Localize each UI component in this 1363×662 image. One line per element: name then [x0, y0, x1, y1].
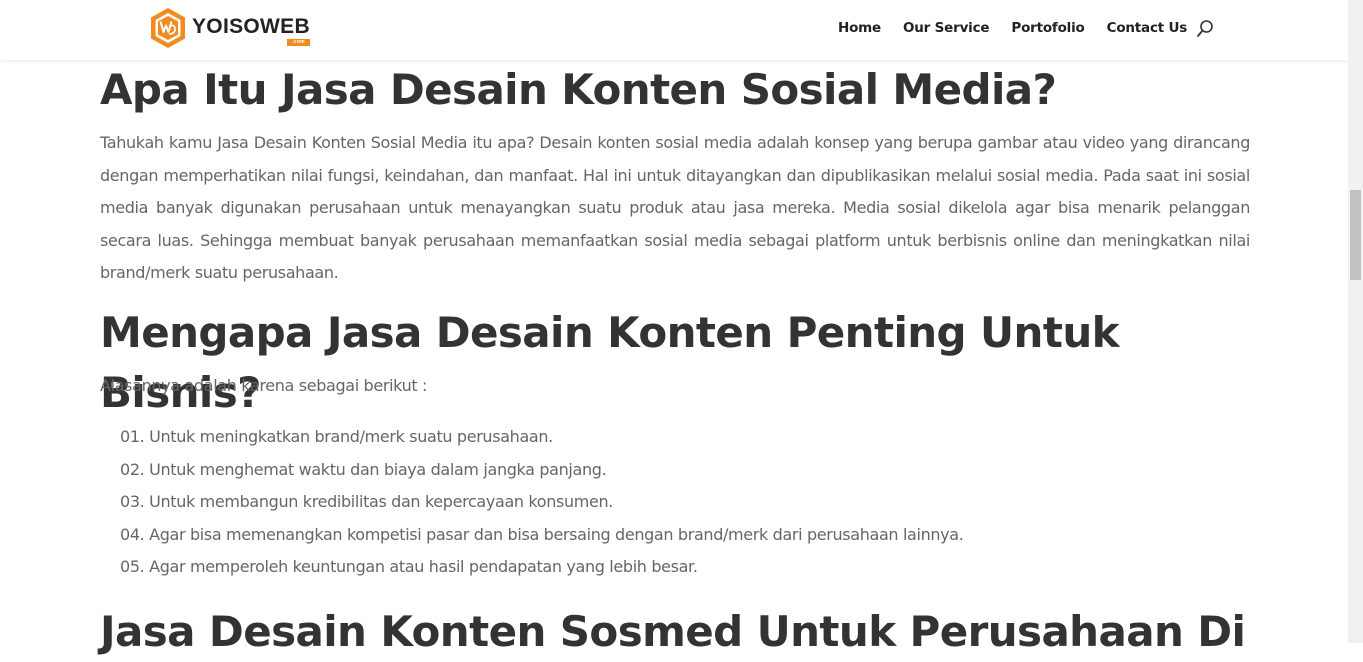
logo-badge: .com	[287, 39, 310, 46]
site-header: YOISOWEB .com Home Our Service Portofoli…	[0, 0, 1348, 60]
heading-jasa-desain-sosmed: Jasa Desain Konten Sosmed Untuk Perusaha…	[100, 607, 1246, 656]
logo-wordmark: YOISOWEB	[192, 15, 310, 38]
main-nav: Home Our Service Portofolio Contact Us	[838, 19, 1209, 37]
page-scrollbar[interactable]	[1348, 0, 1363, 643]
nav-home[interactable]: Home	[838, 19, 881, 37]
list-item: 02. Untuk menghemat waktu dan biaya dala…	[120, 459, 607, 479]
list-item: 05. Agar memperoleh keuntungan atau hasi…	[120, 557, 698, 576]
site-logo[interactable]: YOISOWEB .com	[148, 6, 310, 50]
reasons-list: 01. Untuk meningkatkan brand/merk suatu …	[120, 421, 964, 584]
list-item: 01. Untuk meningkatkan brand/merk suatu …	[120, 427, 553, 446]
heading-mengapa: Mengapa Jasa Desain Konten Penting Untuk…	[100, 308, 1120, 417]
list-item: 03. Untuk membangun kredibilitas dan kep…	[120, 492, 614, 511]
logo-text: YOISOWEB .com	[192, 15, 310, 46]
nav-our-service[interactable]: Our Service	[903, 19, 990, 37]
intro-paragraph: Tahukah kamu Jasa Desain Konten Sosial M…	[100, 133, 1250, 282]
list-item: 04. Agar bisa memenangkan kompetisi pasa…	[120, 524, 964, 544]
nav-portofolio[interactable]: Portofolio	[1011, 19, 1084, 37]
reasons-intro: Alasannya adalah karena sebagai berikut …	[100, 376, 428, 395]
logo-hexagon-icon	[151, 8, 185, 48]
scrollbar-thumb[interactable]	[1350, 190, 1361, 280]
search-icon[interactable]	[1195, 19, 1215, 39]
heading-apa-itu: Apa Itu Jasa Desain Konten Sosial Media?	[100, 65, 1057, 114]
nav-contact-us[interactable]: Contact Us	[1107, 19, 1188, 37]
